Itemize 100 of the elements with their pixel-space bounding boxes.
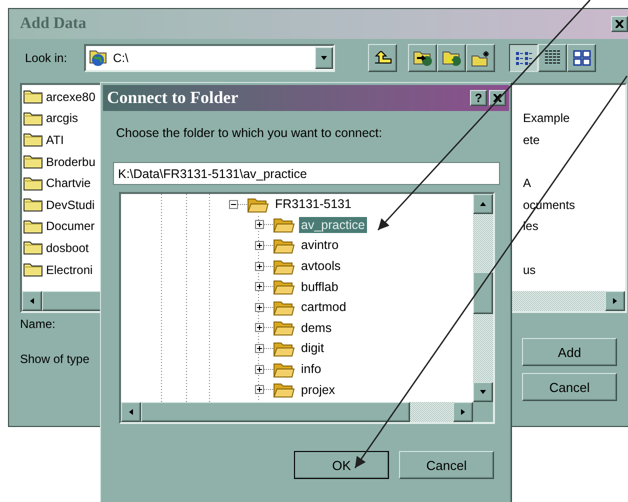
connect-folder-button[interactable] bbox=[408, 44, 438, 72]
close-button[interactable] bbox=[489, 90, 506, 106]
close-icon bbox=[493, 94, 502, 102]
scroll-left-button[interactable] bbox=[121, 402, 141, 422]
scroll-thumb[interactable] bbox=[141, 402, 410, 422]
file-item[interactable]: Documer bbox=[46, 219, 95, 234]
add-button[interactable]: Add bbox=[522, 338, 617, 366]
tree-item[interactable]: digit bbox=[299, 340, 326, 356]
expand-icon[interactable] bbox=[255, 302, 264, 312]
ok-button[interactable]: OK bbox=[294, 451, 389, 479]
scroll-down-button[interactable] bbox=[473, 382, 493, 402]
folder-arrow-icon bbox=[412, 49, 433, 67]
collapse-icon[interactable] bbox=[229, 200, 238, 209]
folder-icon bbox=[247, 196, 269, 213]
tree-item[interactable]: avtools bbox=[299, 258, 343, 274]
scroll-up-button[interactable] bbox=[473, 194, 493, 214]
scroll-right-button[interactable] bbox=[605, 291, 625, 311]
list-icon bbox=[514, 50, 533, 66]
dropdown-button[interactable] bbox=[315, 47, 334, 69]
details-view-button[interactable] bbox=[538, 44, 568, 72]
left-arrow-icon bbox=[28, 297, 36, 305]
file-item[interactable]: us bbox=[523, 262, 536, 277]
file-item[interactable]: Electroni bbox=[46, 262, 93, 277]
file-item[interactable]: arcexe80 bbox=[46, 90, 96, 104]
file-item[interactable]: arcgis bbox=[46, 111, 78, 126]
tree-item[interactable]: avintro bbox=[299, 237, 341, 254]
folder-icon bbox=[23, 240, 43, 256]
tree-item[interactable]: dems bbox=[299, 320, 334, 336]
grid-icon bbox=[572, 50, 591, 66]
expand-icon[interactable] bbox=[255, 240, 264, 250]
expand-icon[interactable] bbox=[255, 344, 264, 353]
vertical-scrollbar[interactable] bbox=[473, 194, 493, 402]
folder-x-icon bbox=[442, 49, 462, 67]
folder-icon bbox=[273, 258, 295, 275]
new-folder-button[interactable] bbox=[466, 44, 496, 72]
folder-icon bbox=[273, 360, 295, 378]
file-item[interactable]: ete bbox=[523, 132, 540, 147]
dialog-title: Connect to Folder bbox=[107, 88, 238, 108]
expand-icon[interactable] bbox=[255, 220, 264, 230]
tree-item[interactable]: info bbox=[299, 361, 324, 378]
file-item[interactable]: Broderbu bbox=[46, 154, 96, 169]
path-field[interactable]: K:\Data\FR3131-5131\av_practice bbox=[113, 162, 500, 185]
file-item[interactable]: Chartvie bbox=[46, 176, 91, 190]
up-one-level-button[interactable] bbox=[368, 44, 398, 72]
expand-icon[interactable] bbox=[255, 364, 264, 374]
cancel-button[interactable]: Cancel bbox=[399, 451, 494, 479]
details-icon bbox=[544, 50, 562, 66]
file-item[interactable]: A bbox=[523, 176, 532, 190]
new-folder-icon bbox=[470, 50, 491, 66]
right-arrow-icon bbox=[611, 297, 619, 305]
folder-icon bbox=[273, 319, 295, 336]
tree-item[interactable]: av_practice bbox=[299, 216, 367, 233]
tree-item[interactable]: FR3131-5131 bbox=[273, 196, 354, 212]
folder-icon bbox=[23, 176, 43, 191]
window-title: Add Data bbox=[20, 15, 86, 33]
folder-icon bbox=[23, 197, 43, 212]
left-arrow-icon bbox=[127, 408, 135, 416]
expand-icon[interactable] bbox=[255, 385, 264, 394]
tree-item[interactable]: bufflab bbox=[299, 278, 340, 295]
type-label: Show of type bbox=[20, 352, 90, 366]
scroll-left-button[interactable] bbox=[22, 291, 42, 311]
folder-icon bbox=[273, 236, 295, 254]
help-button[interactable]: ? bbox=[470, 90, 487, 106]
cancel-button[interactable]: Cancel bbox=[522, 373, 617, 401]
folder-icon bbox=[23, 154, 43, 170]
folder-icon bbox=[23, 262, 43, 278]
folder-icon bbox=[273, 298, 295, 316]
file-item[interactable]: dosboot bbox=[46, 240, 89, 255]
folder-icon bbox=[23, 89, 43, 104]
disconnect-folder-button[interactable] bbox=[437, 44, 466, 72]
look-in-dropdown[interactable]: C:\ bbox=[84, 44, 336, 72]
up-arrow-icon bbox=[479, 200, 487, 208]
scrollbar-corner bbox=[473, 402, 493, 422]
name-label: Name: bbox=[20, 317, 56, 331]
close-button[interactable] bbox=[611, 16, 628, 32]
file-item[interactable]: Example bbox=[523, 111, 570, 126]
scroll-thumb[interactable] bbox=[473, 272, 493, 314]
folder-icon bbox=[273, 340, 295, 357]
close-icon bbox=[615, 20, 624, 28]
down-arrow-icon bbox=[479, 388, 487, 396]
tree-item[interactable]: projex bbox=[299, 382, 338, 398]
file-item[interactable]: DevStudi bbox=[46, 198, 95, 212]
folder-icon bbox=[23, 218, 43, 234]
scroll-right-button[interactable] bbox=[453, 402, 473, 422]
list-view-button[interactable] bbox=[509, 44, 538, 72]
folder-icon bbox=[273, 278, 295, 296]
file-item[interactable]: les bbox=[523, 219, 538, 234]
drive-icon bbox=[89, 49, 110, 67]
dialog-prompt: Choose the folder to which you want to connect: bbox=[116, 126, 384, 140]
expand-icon[interactable] bbox=[255, 323, 264, 332]
folder-icon bbox=[273, 381, 295, 398]
file-item[interactable]: ATI bbox=[46, 132, 64, 147]
horizontal-scrollbar[interactable] bbox=[121, 402, 473, 422]
right-arrow-icon bbox=[459, 408, 467, 416]
thumbnails-view-button[interactable] bbox=[567, 44, 596, 72]
expand-icon[interactable] bbox=[255, 262, 264, 271]
folder-icon bbox=[273, 216, 295, 234]
tree-item[interactable]: cartmod bbox=[299, 299, 348, 316]
up-arrow-icon bbox=[374, 51, 392, 65]
expand-icon[interactable] bbox=[255, 282, 264, 292]
